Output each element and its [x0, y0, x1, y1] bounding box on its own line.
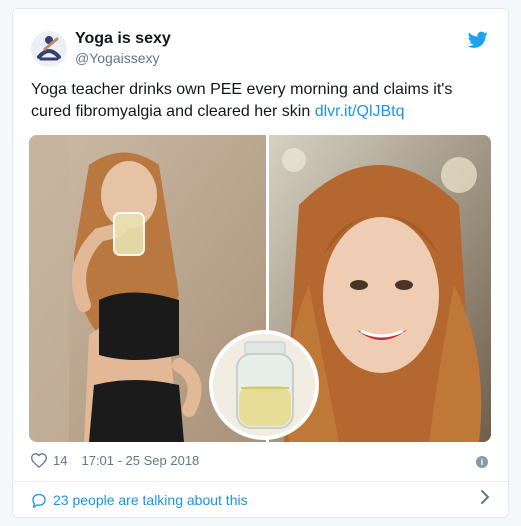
jar-inset-photo[interactable] [209, 330, 319, 440]
author-handle[interactable]: @Yogaissexy [75, 49, 171, 67]
author-avatar[interactable] [31, 31, 67, 67]
like-count[interactable]: 14 [53, 453, 67, 468]
author-block[interactable]: Yoga is sexy @Yogaissexy [75, 29, 171, 67]
tweet-media[interactable] [29, 135, 491, 442]
chevron-right-icon[interactable] [480, 489, 490, 505]
tweet-link[interactable]: dlvr.it/QlJBtq [315, 103, 405, 120]
info-icon[interactable]: i [476, 456, 488, 468]
tweet-text: Yoga teacher drinks own PEE every mornin… [31, 79, 491, 123]
twitter-bird-icon[interactable] [468, 31, 488, 49]
divider [13, 481, 508, 482]
conversation-link[interactable]: 23 people are talking about this [31, 492, 248, 508]
tweet-meta: 14 17:01 - 25 Sep 2018 [31, 453, 199, 468]
author-name[interactable]: Yoga is sexy [75, 29, 171, 49]
talking-count-text[interactable]: 23 people are talking about this [53, 492, 248, 508]
timestamp[interactable]: 17:01 - 25 Sep 2018 [81, 453, 199, 468]
embedded-tweet-card[interactable]: Yoga is sexy @Yogaissexy Yoga teacher dr… [12, 8, 509, 518]
heart-icon[interactable] [31, 453, 47, 468]
speech-bubble-icon [31, 493, 47, 508]
